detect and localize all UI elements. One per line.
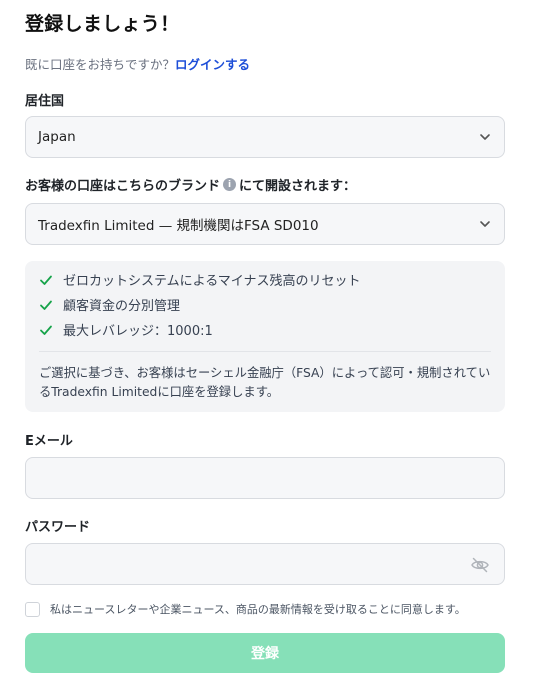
page-title: 登録しましょう！ <box>25 13 180 35</box>
feature-item: ゼロカットシステムによるマイナス残高のリセット <box>39 270 360 289</box>
consent-text: 私はニュースレターや企業ニュース、商品の最新情報を受け取ることに同意します。 <box>50 603 466 616</box>
check-icon <box>40 300 52 310</box>
password-label: パスワード <box>25 520 91 535</box>
login-prompt: 既に口座をお持ちですか？ログインする <box>25 54 250 73</box>
newsletter-checkbox[interactable] <box>25 601 40 617</box>
regulation-disclaimer: ご選択に基づき、お客様はセーシェル金融庁（FSA）によって認可・規制されているT… <box>39 366 491 399</box>
brand-select[interactable]: Tradexfin Limited — 規制機関はFSA SD010 <box>25 203 505 245</box>
brand-label-suffix: にて開設されます： <box>239 179 357 194</box>
brand-features-panel: ゼロカットシステムによるマイナス残高のリセット 顧客資金の分別管理 最大レバレッ… <box>25 261 505 412</box>
divider <box>39 351 491 352</box>
check-icon <box>40 325 52 335</box>
feature-text: 顧客資金の分別管理 <box>63 299 181 314</box>
feature-text: 最大レバレッジ：1000:1 <box>63 324 213 339</box>
feature-item: 最大レバレッジ：1000:1 <box>39 320 213 339</box>
register-button[interactable]: 登録 <box>25 633 505 673</box>
email-label: Eメール <box>25 434 73 449</box>
check-icon <box>40 275 52 285</box>
country-select[interactable]: Japan <box>25 116 505 158</box>
info-icon[interactable]: i <box>223 178 237 191</box>
email-field[interactable] <box>25 457 505 499</box>
eye-off-icon[interactable] <box>470 555 490 575</box>
password-field[interactable] <box>25 543 505 585</box>
chevron-down-icon <box>480 134 490 140</box>
country-label: 居住国 <box>25 94 65 109</box>
brand-label-text: お客様の口座はこちらのブランド <box>25 179 221 194</box>
chevron-down-icon <box>480 221 490 227</box>
login-prompt-text: 既に口座をお持ちですか？ <box>25 57 176 72</box>
brand-select-value: Tradexfin Limited — 規制機関はFSA SD010 <box>38 218 319 234</box>
feature-text: ゼロカットシステムによるマイナス残高のリセット <box>63 274 361 289</box>
country-select-value: Japan <box>38 129 76 145</box>
login-link[interactable]: ログインする <box>175 57 250 72</box>
newsletter-consent: 私はニュースレターや企業ニュース、商品の最新情報を受け取ることに同意します。 <box>25 601 466 617</box>
feature-item: 顧客資金の分別管理 <box>39 295 180 314</box>
brand-label: お客様の口座はこちらのブランド i にて開設されます： <box>25 175 356 194</box>
